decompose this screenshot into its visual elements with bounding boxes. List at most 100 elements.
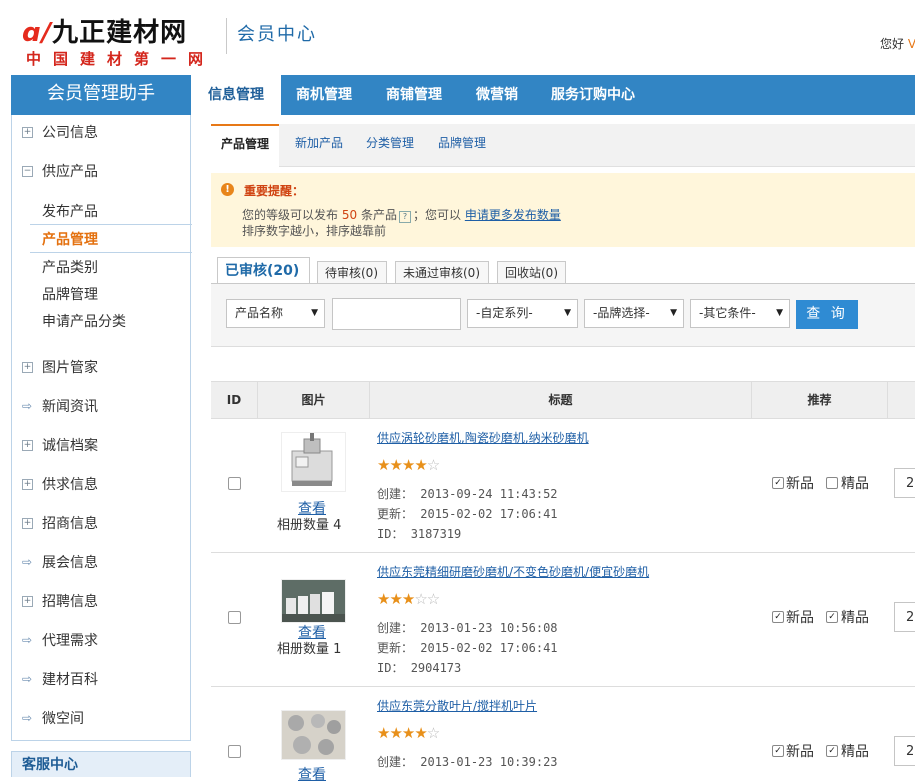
dropdown-arrow-icon: ▼ [311,308,318,318]
field-select[interactable]: 产品名称 ▼ [226,299,325,328]
sidebar-item-credit[interactable]: + 诚信档案 [12,433,190,459]
row-checkbox[interactable] [228,611,241,624]
sidebar-item-agency[interactable]: ⇨ 代理需求 [12,628,190,654]
notice-text: ；您可以 [412,208,461,222]
new-checkbox[interactable]: ✓ [772,611,784,623]
product-title-link[interactable]: 供应东莞分散叶片/搅拌机叶片 [377,697,537,714]
sidebar-item-label: 展会信息 [42,555,98,571]
fine-label: 精品 [841,610,869,626]
tab-recycle-bin[interactable]: 回收站(0) [497,261,566,283]
sidebar-item-news[interactable]: ⇨ 新闻资讯 [12,394,190,420]
tab-pending[interactable]: 待审核(0) [317,261,387,283]
meta-value: 3187319 [410,527,462,541]
sort-input[interactable]: 2 [894,736,915,766]
product-title-link[interactable]: 供应涡轮砂磨机,陶瓷砂磨机,纳米砂磨机 [377,429,589,446]
subtab-brand-manage[interactable]: 品牌管理 [438,124,486,166]
plus-box-icon: + [22,518,33,529]
subtab-product-manage[interactable]: 产品管理 [211,124,280,167]
product-id: ID： 3187319 [377,525,461,542]
select-value: -其它条件- [699,306,756,320]
row-checkbox[interactable] [228,477,241,490]
keyword-input[interactable] [332,298,461,330]
series-select[interactable]: -自定系列- ▼ [467,299,578,328]
meta-label: ID： [377,527,404,541]
blades-image [282,711,345,759]
sidebar-item-supply-products[interactable]: − 供应产品 [12,159,190,185]
help-icon[interactable]: ? [398,211,411,223]
tab-info-manage[interactable]: 信息管理 [191,75,281,117]
apply-more-link[interactable]: 申请更多发布数量 [465,208,561,222]
sidebar-item-label: 图片管家 [42,360,98,376]
brand-select[interactable]: -品牌选择- ▼ [584,299,684,328]
meta-value: 2015-02-02 17:06:41 [420,507,558,521]
search-button[interactable]: 查 询 [796,300,858,329]
fine-checkbox[interactable]: ✓ [826,611,838,623]
album-count-label: 相册数量 [277,518,330,533]
sidebar-item-label: 供应产品 [42,164,98,180]
created-time: 创建： 2013-01-23 10:39:23 [377,753,558,770]
site-logo[interactable]: ɑ/九正建材网 中国建材第一网 [22,12,214,70]
new-checkbox[interactable]: ✓ [772,477,784,489]
row-checkbox[interactable] [228,745,241,758]
sidebar-item-micro-space[interactable]: ⇨ 微空间 [12,706,190,732]
col-recommend: 推荐 [807,393,832,407]
top-nav: 信息管理 商机管理 商铺管理 微营销 服务订购中心 [191,75,915,117]
sidebar-item-wiki[interactable]: ⇨ 建材百科 [12,667,190,693]
notice-text: 条产品 [360,208,397,222]
new-label: 新品 [786,476,814,492]
tab-micro-marketing[interactable]: 微营销 [476,75,518,115]
tab-business[interactable]: 商机管理 [296,75,352,115]
subtab-category-manage[interactable]: 分类管理 [366,124,414,166]
fine-checkbox[interactable]: ✓ [826,745,838,757]
product-thumbnail[interactable] [281,432,346,492]
fine-checkbox[interactable] [826,477,838,489]
album-count-value: 1 [333,642,342,657]
customer-service-header[interactable]: 客服中心 [11,751,191,777]
sidebar-sub-product-manage[interactable]: 产品管理 [42,229,98,249]
sidebar-sub-apply-category[interactable]: 申请产品分类 [42,311,126,331]
sort-input[interactable]: 2 [894,468,915,498]
sidebar-item-company-info[interactable]: + 公司信息 [12,120,190,146]
tab-service-order[interactable]: 服务订购中心 [551,75,635,115]
updated-time: 更新： 2015-02-02 17:06:41 [377,639,558,656]
plus-box-icon: + [22,440,33,451]
sidebar-item-supply-demand[interactable]: + 供求信息 [12,472,190,498]
sidebar-sub-publish-product[interactable]: 发布产品 [42,201,98,221]
logo-text: 九正建材网 [52,18,188,48]
sidebar-item-label: 招商信息 [42,516,98,532]
sidebar-item-exhibition[interactable]: ⇨ 展会信息 [12,550,190,576]
sidebar-sub-product-category[interactable]: 产品类别 [42,257,98,277]
dropdown-arrow-icon: ▼ [670,308,677,318]
subtab-new-product[interactable]: 新加产品 [295,124,343,166]
table-row: 查看 供应东莞分散叶片/搅拌机叶片 ★★★★☆ 创建： 2013-01-23 1… [211,686,915,783]
sidebar-item-label: 新闻资讯 [42,399,98,415]
product-id: ID： 2904173 [377,659,461,676]
meta-label: 创建： [377,755,414,769]
meta-value: 2013-01-23 10:39:23 [420,755,558,769]
album-count-value: 4 [333,518,342,533]
sort-input[interactable]: 2 [894,602,915,632]
product-thumbnail[interactable] [281,579,346,623]
sidebar-item-investment[interactable]: + 招商信息 [12,511,190,537]
greeting-user[interactable]: V [908,37,915,51]
product-thumbnail[interactable] [281,710,346,760]
meta-label: 更新： [377,507,414,521]
tab-approved[interactable]: 已审核(20) [217,257,310,284]
view-link[interactable]: 查看 [298,764,326,784]
tab-shop[interactable]: 商铺管理 [386,75,442,115]
fine-label: 精品 [841,476,869,492]
dropdown-arrow-icon: ▼ [776,308,783,318]
tab-rejected[interactable]: 未通过审核(0) [395,261,489,283]
col-image: 图片 [301,393,326,407]
sidebar-item-recruit[interactable]: + 招聘信息 [12,589,190,615]
sidebar-item-label: 招聘信息 [42,594,98,610]
meta-label: ID： [377,661,404,675]
product-title-link[interactable]: 供应东莞精细研磨砂磨机/不变色砂磨机/便宜砂磨机 [377,563,649,580]
other-condition-select[interactable]: -其它条件- ▼ [690,299,790,328]
sidebar-item-photo-manager[interactable]: + 图片管家 [12,355,190,381]
member-center-title: 会员中心 [237,24,317,45]
notice-text: 您的等级可以发布 [242,208,339,222]
arrow-right-icon: ⇨ [22,399,33,413]
new-checkbox[interactable]: ✓ [772,745,784,757]
sidebar-sub-brand-manage[interactable]: 品牌管理 [42,284,98,304]
